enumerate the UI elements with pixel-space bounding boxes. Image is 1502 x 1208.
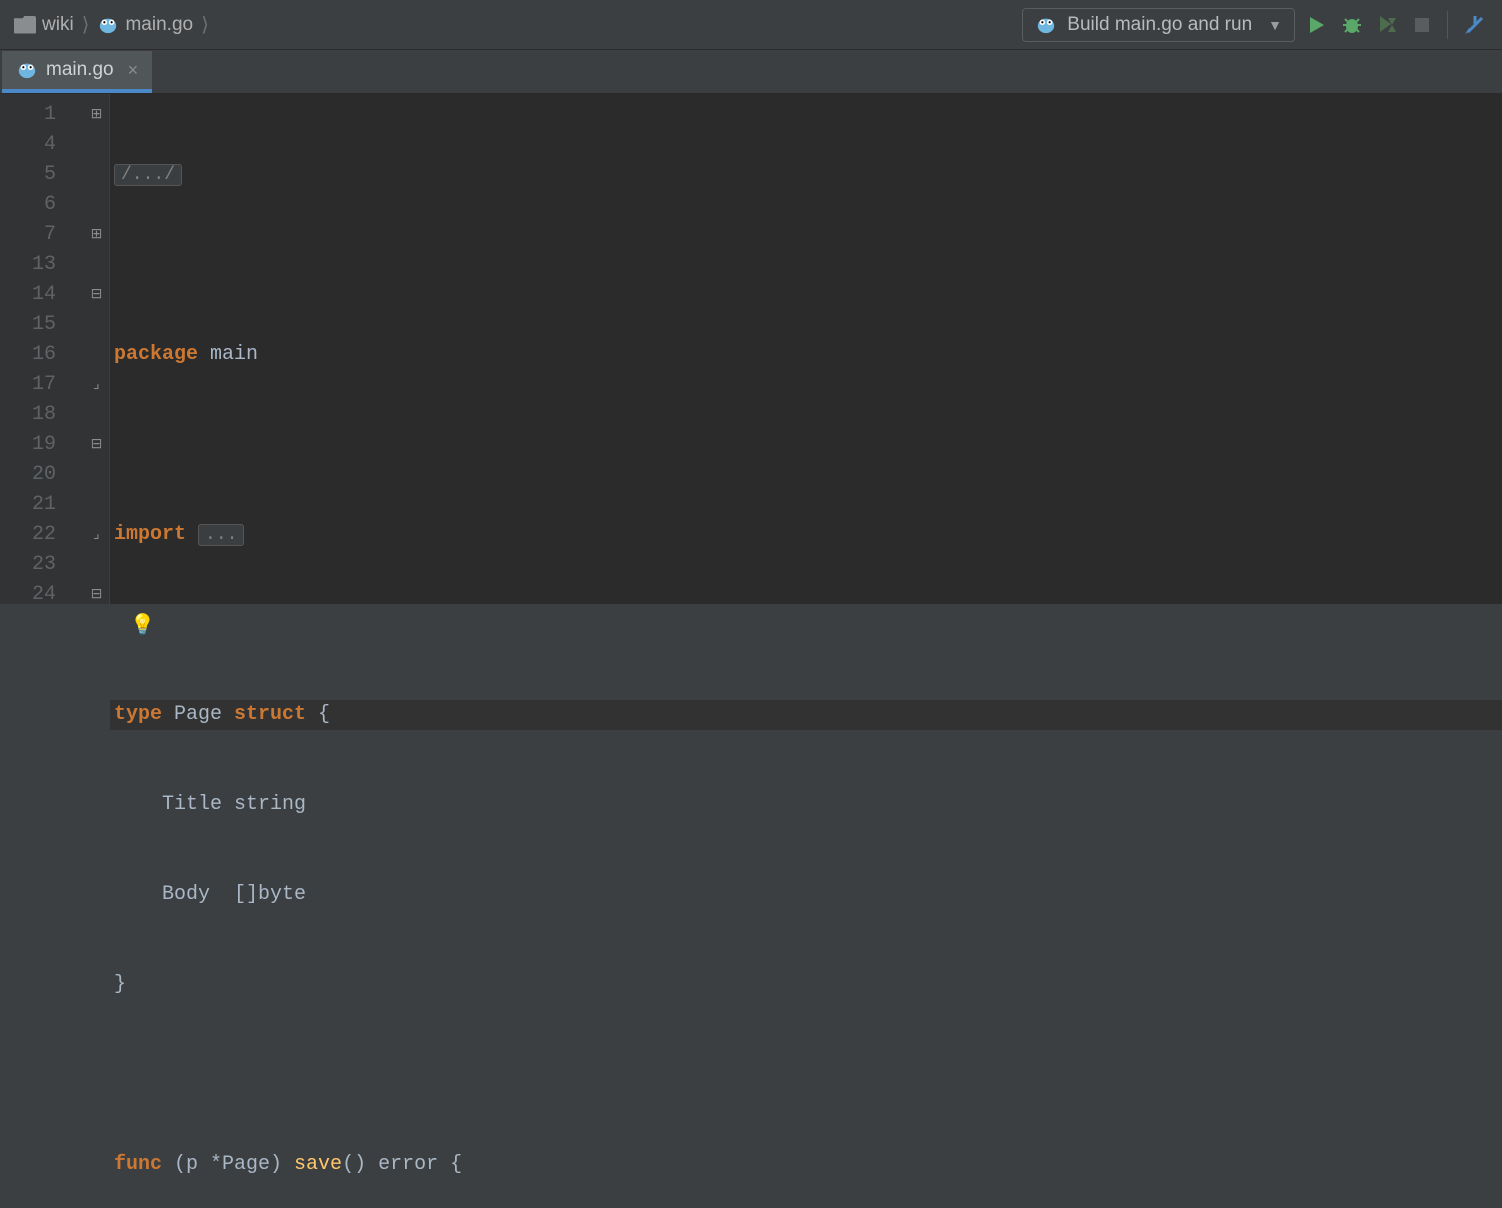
line-number[interactable]: 22 — [0, 520, 84, 550]
code-line[interactable]: package main — [110, 340, 1502, 370]
run-config-selector[interactable]: Build main.go and run ▼ — [1022, 8, 1295, 42]
chevron-down-icon: ▼ — [1268, 17, 1282, 33]
code-line[interactable] — [110, 1060, 1502, 1090]
code-line[interactable]: type Page struct { — [110, 700, 1502, 730]
line-number[interactable]: 13 — [0, 250, 84, 280]
fold-expand-icon[interactable] — [84, 100, 109, 130]
line-number[interactable]: 23 — [0, 550, 84, 580]
close-icon[interactable]: × — [128, 60, 139, 81]
gutter[interactable]: 1 4 5 6 7 13 14 15 16 17 18 19 20 21 22 … — [0, 94, 84, 604]
code-line[interactable]: } — [110, 970, 1502, 1000]
divider — [1447, 11, 1448, 39]
tab-label: main.go — [46, 59, 114, 81]
debug-icon[interactable] — [1341, 14, 1363, 36]
chevron-right-icon: ⟩ — [80, 12, 92, 37]
code-area[interactable]: /.../ package main import ... 💡 type Pag… — [110, 94, 1502, 604]
toolbar-icons — [1307, 11, 1494, 39]
gopher-icon — [97, 15, 119, 35]
breadcrumb-file[interactable]: main.go — [125, 14, 193, 36]
code-line[interactable] — [110, 430, 1502, 460]
line-number[interactable]: 18 — [0, 400, 84, 430]
line-number[interactable]: 5 — [0, 160, 84, 190]
line-number[interactable]: 4 — [0, 130, 84, 160]
code-line[interactable]: Body []byte — [110, 880, 1502, 910]
code-line[interactable] — [110, 250, 1502, 280]
fold-collapse-icon[interactable] — [84, 280, 109, 310]
code-line[interactable]: Title string — [110, 790, 1502, 820]
line-number[interactable]: 14 — [0, 280, 84, 310]
folded-region[interactable]: ... — [198, 524, 244, 546]
fold-collapse-icon[interactable] — [84, 580, 109, 610]
folded-region[interactable]: /.../ — [114, 164, 182, 186]
fold-expand-icon[interactable] — [84, 220, 109, 250]
gopher-icon — [1035, 15, 1057, 35]
line-number[interactable]: 1 — [0, 100, 84, 130]
chevron-right-icon: ⟩ — [199, 12, 211, 37]
update-icon[interactable] — [1464, 14, 1486, 36]
line-number[interactable]: 15 — [0, 310, 84, 340]
line-number[interactable]: 24 — [0, 580, 84, 610]
bulb-icon[interactable]: 💡 — [130, 612, 155, 642]
gopher-icon — [16, 60, 38, 80]
editor: 1 4 5 6 7 13 14 15 16 17 18 19 20 21 22 … — [0, 94, 1502, 604]
coverage-icon[interactable] — [1377, 14, 1399, 36]
line-number[interactable]: 6 — [0, 190, 84, 220]
fold-column — [84, 94, 110, 604]
code-line[interactable]: /.../ — [110, 160, 1502, 190]
navbar: wiki ⟩ main.go ⟩ Build main.go and run ▼ — [0, 0, 1502, 50]
fold-end-icon[interactable] — [84, 370, 109, 400]
run-icon[interactable] — [1307, 15, 1327, 35]
tab-main-go[interactable]: main.go × — [2, 51, 152, 93]
code-line[interactable]: 💡 — [110, 610, 1502, 640]
line-number[interactable]: 17 — [0, 370, 84, 400]
breadcrumb-folder[interactable]: wiki — [42, 14, 74, 36]
line-number[interactable]: 21 — [0, 490, 84, 520]
fold-collapse-icon[interactable] — [84, 430, 109, 460]
code-line[interactable]: func (p *Page) save() error { — [110, 1150, 1502, 1180]
code-line[interactable]: import ... — [110, 520, 1502, 550]
tabbar: main.go × — [0, 50, 1502, 94]
run-config-label: Build main.go and run — [1067, 14, 1252, 36]
fold-end-icon[interactable] — [84, 520, 109, 550]
line-number[interactable]: 16 — [0, 340, 84, 370]
line-number[interactable]: 7 — [0, 220, 84, 250]
breadcrumb[interactable]: wiki ⟩ main.go ⟩ — [8, 12, 211, 37]
stop-icon[interactable] — [1413, 16, 1431, 34]
folder-icon — [14, 16, 36, 34]
line-number[interactable]: 19 — [0, 430, 84, 460]
line-number[interactable]: 20 — [0, 460, 84, 490]
